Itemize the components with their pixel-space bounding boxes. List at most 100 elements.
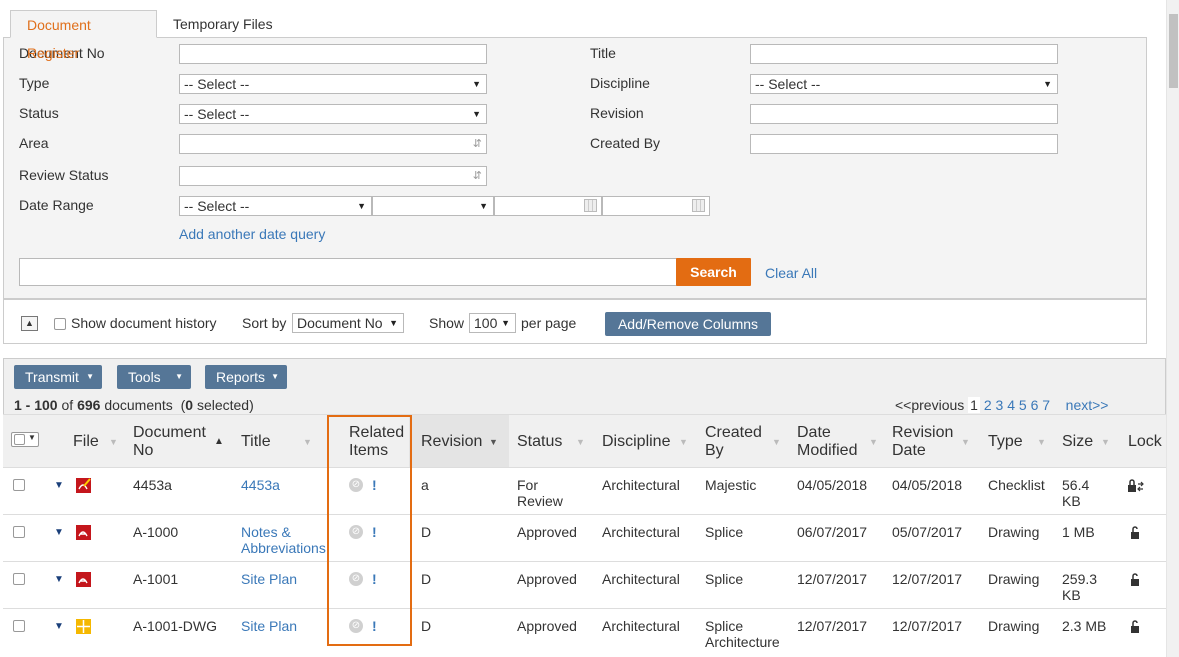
row-title-link[interactable]: Site Plan	[241, 571, 297, 587]
search-button[interactable]: Search	[676, 258, 751, 286]
tab-document-register[interactable]: Document Register	[10, 10, 157, 61]
pagination-page-3[interactable]: 3	[996, 397, 1004, 413]
tab-temporary-files[interactable]: Temporary Files	[157, 10, 289, 38]
created-by-input[interactable]	[750, 134, 1058, 154]
link-icon[interactable]: ⊘	[349, 525, 363, 539]
date-range-select[interactable]: -- Select -- ▼	[179, 196, 372, 216]
table-row[interactable]: ▼ 4453a 4453a ⊘ ! a For Review Architectu…	[3, 467, 1166, 514]
expand-row-icon[interactable]: ▼	[54, 574, 64, 585]
unlock-icon[interactable]	[1129, 573, 1141, 587]
column-menu-icon[interactable]: ▼	[109, 437, 118, 447]
column-menu-icon[interactable]: ▼	[1101, 437, 1110, 447]
expand-row-icon[interactable]: ▼	[54, 527, 64, 538]
calendar-icon[interactable]	[692, 199, 705, 212]
sort-ascending-icon[interactable]: ▲	[214, 436, 224, 447]
pagination-next[interactable]: next>>	[1066, 397, 1109, 413]
expand-row-icon[interactable]: ▼	[54, 621, 64, 632]
related-alert-icon[interactable]: !	[372, 477, 377, 493]
column-lock[interactable]: Lock	[1128, 433, 1162, 451]
options-bar: ▲ Show document history Sort by Document…	[3, 299, 1147, 344]
date-from-input[interactable]	[494, 196, 602, 216]
row-title-link[interactable]: Notes & Abbreviations	[241, 524, 326, 556]
column-document-no-line1: Document	[133, 424, 206, 441]
column-menu-icon[interactable]: ▼	[679, 437, 688, 447]
type-select[interactable]: -- Select -- ▼	[179, 74, 487, 94]
column-menu-icon[interactable]: ▼	[869, 437, 878, 447]
column-menu-icon[interactable]: ▼	[303, 437, 312, 447]
column-discipline[interactable]: Discipline	[602, 433, 670, 451]
link-icon[interactable]: ⊘	[349, 572, 363, 586]
row-title-link[interactable]: 4453a	[241, 477, 280, 493]
pdf-icon[interactable]	[75, 524, 92, 541]
column-date-modified[interactable]: Date Modified	[797, 424, 857, 460]
column-menu-icon[interactable]: ▼	[576, 437, 585, 447]
date-to-input[interactable]	[602, 196, 710, 216]
keyword-search-input[interactable]	[19, 258, 677, 286]
tools-button[interactable]: Tools ▼	[117, 365, 191, 389]
link-icon[interactable]: ⊘	[349, 478, 363, 492]
unlock-icon[interactable]	[1129, 620, 1141, 634]
collapse-panel-icon[interactable]: ▲	[21, 316, 38, 331]
row-title-link[interactable]: Site Plan	[241, 618, 297, 634]
column-status[interactable]: Status	[517, 433, 562, 451]
reports-button[interactable]: Reports ▼	[205, 365, 287, 389]
column-revision-date[interactable]: Revision Date	[892, 424, 953, 460]
column-size[interactable]: Size	[1062, 433, 1093, 451]
pdf-icon[interactable]	[75, 571, 92, 588]
document-no-input[interactable]	[179, 44, 487, 64]
table-row[interactable]: ▼ A-1000 Notes & Abbreviations ⊘ ! D Appr…	[3, 514, 1166, 561]
column-related-items[interactable]: Related Items	[349, 424, 404, 460]
column-type[interactable]: Type	[988, 433, 1023, 451]
review-status-multiselect[interactable]: ⇵	[179, 166, 487, 186]
pagination-page-5[interactable]: 5	[1019, 397, 1027, 413]
link-icon[interactable]: ⊘	[349, 619, 363, 633]
column-menu-icon[interactable]: ▼	[489, 437, 498, 447]
sort-by-select[interactable]: Document No ▼	[292, 313, 404, 333]
row-checkbox[interactable]	[13, 573, 25, 585]
status-select[interactable]: -- Select -- ▼	[179, 104, 487, 124]
row-checkbox[interactable]	[13, 479, 25, 491]
date-operator-select[interactable]: ▼	[372, 196, 494, 216]
area-multiselect[interactable]: ⇵	[179, 134, 487, 154]
column-menu-icon[interactable]: ▼	[1037, 437, 1046, 447]
pagination-page-1[interactable]: 1	[968, 397, 980, 413]
related-alert-icon[interactable]: !	[372, 571, 377, 587]
pagination-page-2[interactable]: 2	[984, 397, 992, 413]
clear-all-link[interactable]: Clear All	[765, 265, 817, 281]
pagination-page-6[interactable]: 6	[1031, 397, 1039, 413]
row-checkbox[interactable]	[13, 526, 25, 538]
select-all-checkbox[interactable]: ▼	[11, 432, 39, 447]
pdf-signed-icon[interactable]	[75, 477, 92, 494]
scrollbar-thumb[interactable]	[1169, 14, 1178, 88]
column-created-by[interactable]: Created By	[705, 424, 762, 460]
row-checkbox[interactable]	[13, 620, 25, 632]
discipline-select[interactable]: -- Select -- ▼	[750, 74, 1058, 94]
unlock-icon[interactable]	[1129, 526, 1141, 540]
page-size-select[interactable]: 100 ▼	[469, 313, 516, 333]
add-date-query-link[interactable]: Add another date query	[179, 226, 325, 242]
dwg-icon[interactable]	[75, 618, 92, 635]
table-header: ▼ File ▼ Document No ▲ Title ▼ Related Ite…	[3, 414, 1166, 467]
add-remove-columns-button[interactable]: Add/Remove Columns	[605, 312, 771, 336]
column-revision[interactable]: Revision	[421, 433, 482, 451]
table-row[interactable]: ▼ A-1001-DWG Site Plan ⊘ ! D Approved Ar…	[3, 608, 1166, 657]
table-row[interactable]: ▼ A-1001 Site Plan ⊘ ! D Approved Archit…	[3, 561, 1166, 608]
column-menu-icon[interactable]: ▼	[961, 437, 970, 447]
column-file[interactable]: File	[73, 433, 99, 451]
pagination-page-7[interactable]: 7	[1042, 397, 1050, 413]
column-document-no[interactable]: Document No	[133, 424, 206, 460]
expand-row-icon[interactable]: ▼	[54, 480, 64, 491]
revision-input[interactable]	[750, 104, 1058, 124]
show-history-checkbox[interactable]	[54, 318, 66, 330]
pagination-previous[interactable]: <<previous	[895, 397, 964, 413]
column-menu-icon[interactable]: ▼	[772, 437, 781, 447]
related-alert-icon[interactable]: !	[372, 618, 377, 634]
pagination-page-4[interactable]: 4	[1007, 397, 1015, 413]
column-title[interactable]: Title	[241, 433, 271, 451]
calendar-icon[interactable]	[584, 199, 597, 212]
transmit-button[interactable]: Transmit ▼	[14, 365, 102, 389]
lock-sync-icon[interactable]	[1127, 479, 1145, 493]
title-input[interactable]	[750, 44, 1058, 64]
related-alert-icon[interactable]: !	[372, 524, 377, 540]
page-scrollbar[interactable]	[1166, 0, 1179, 657]
